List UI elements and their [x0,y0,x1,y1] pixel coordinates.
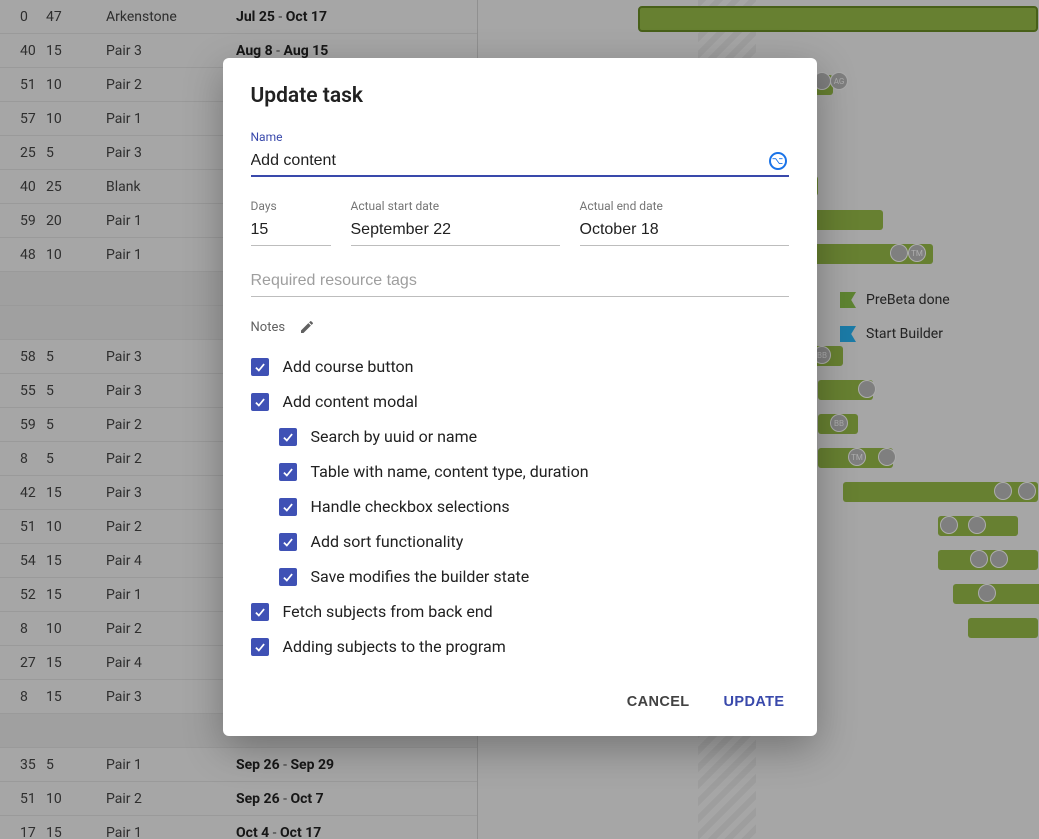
notes-list: Add course button Add content modal Search… [251,349,789,664]
days-input[interactable] [251,217,331,246]
end-date-label: Actual end date [580,199,789,213]
checkbox-icon[interactable] [251,358,269,376]
dialog-actions: CANCEL UPDATE [251,686,789,718]
notes-header: Notes [251,319,789,335]
days-label: Days [251,199,331,213]
checkbox-icon[interactable] [251,603,269,621]
note-text: Fetch subjects from back end [283,602,493,621]
start-date-label: Actual start date [351,199,560,213]
notes-label: Notes [251,320,286,335]
note-text: Add sort functionality [311,532,464,551]
modal-overlay: Update task Name ⌥ Days Actual start dat… [0,0,1039,839]
checkbox-icon[interactable] [279,568,297,586]
note-item: Save modifies the builder state [251,559,789,594]
note-text: Add content modal [283,392,418,411]
dialog-title: Update task [251,84,789,108]
end-date-input[interactable] [580,217,789,246]
note-text: Adding subjects to the program [283,637,506,656]
note-item: Add course button [251,349,789,384]
checkbox-icon[interactable] [279,498,297,516]
password-manager-icon[interactable]: ⌥ [769,152,787,170]
note-item: Table with name, content type, duration [251,454,789,489]
note-text: Save modifies the builder state [311,567,530,586]
note-item: Add sort functionality [251,524,789,559]
note-item: Handle checkbox selections [251,489,789,524]
edit-icon[interactable] [299,319,315,335]
name-input[interactable] [251,148,789,177]
tags-input[interactable] [251,268,789,297]
note-item: Add content modal [251,384,789,419]
tags-field[interactable] [251,268,789,297]
note-item: Adding subjects to the program [251,629,789,664]
name-label: Name [251,130,789,144]
note-text: Handle checkbox selections [311,497,510,516]
note-text: Table with name, content type, duration [311,462,589,481]
days-field[interactable]: Days [251,199,331,246]
update-task-dialog: Update task Name ⌥ Days Actual start dat… [223,58,817,736]
note-item: Search by uuid or name [251,419,789,454]
checkbox-icon[interactable] [279,428,297,446]
note-text: Add course button [283,357,414,376]
checkbox-icon[interactable] [279,463,297,481]
checkbox-icon[interactable] [279,533,297,551]
note-item: Fetch subjects from back end [251,594,789,629]
end-date-field[interactable]: Actual end date [580,199,789,246]
update-button[interactable]: UPDATE [720,686,789,718]
start-date-input[interactable] [351,217,560,246]
name-field[interactable]: Name ⌥ [251,130,789,177]
checkbox-icon[interactable] [251,638,269,656]
note-text: Search by uuid or name [311,427,478,446]
checkbox-icon[interactable] [251,393,269,411]
cancel-button[interactable]: CANCEL [623,686,694,718]
start-date-field[interactable]: Actual start date [351,199,560,246]
